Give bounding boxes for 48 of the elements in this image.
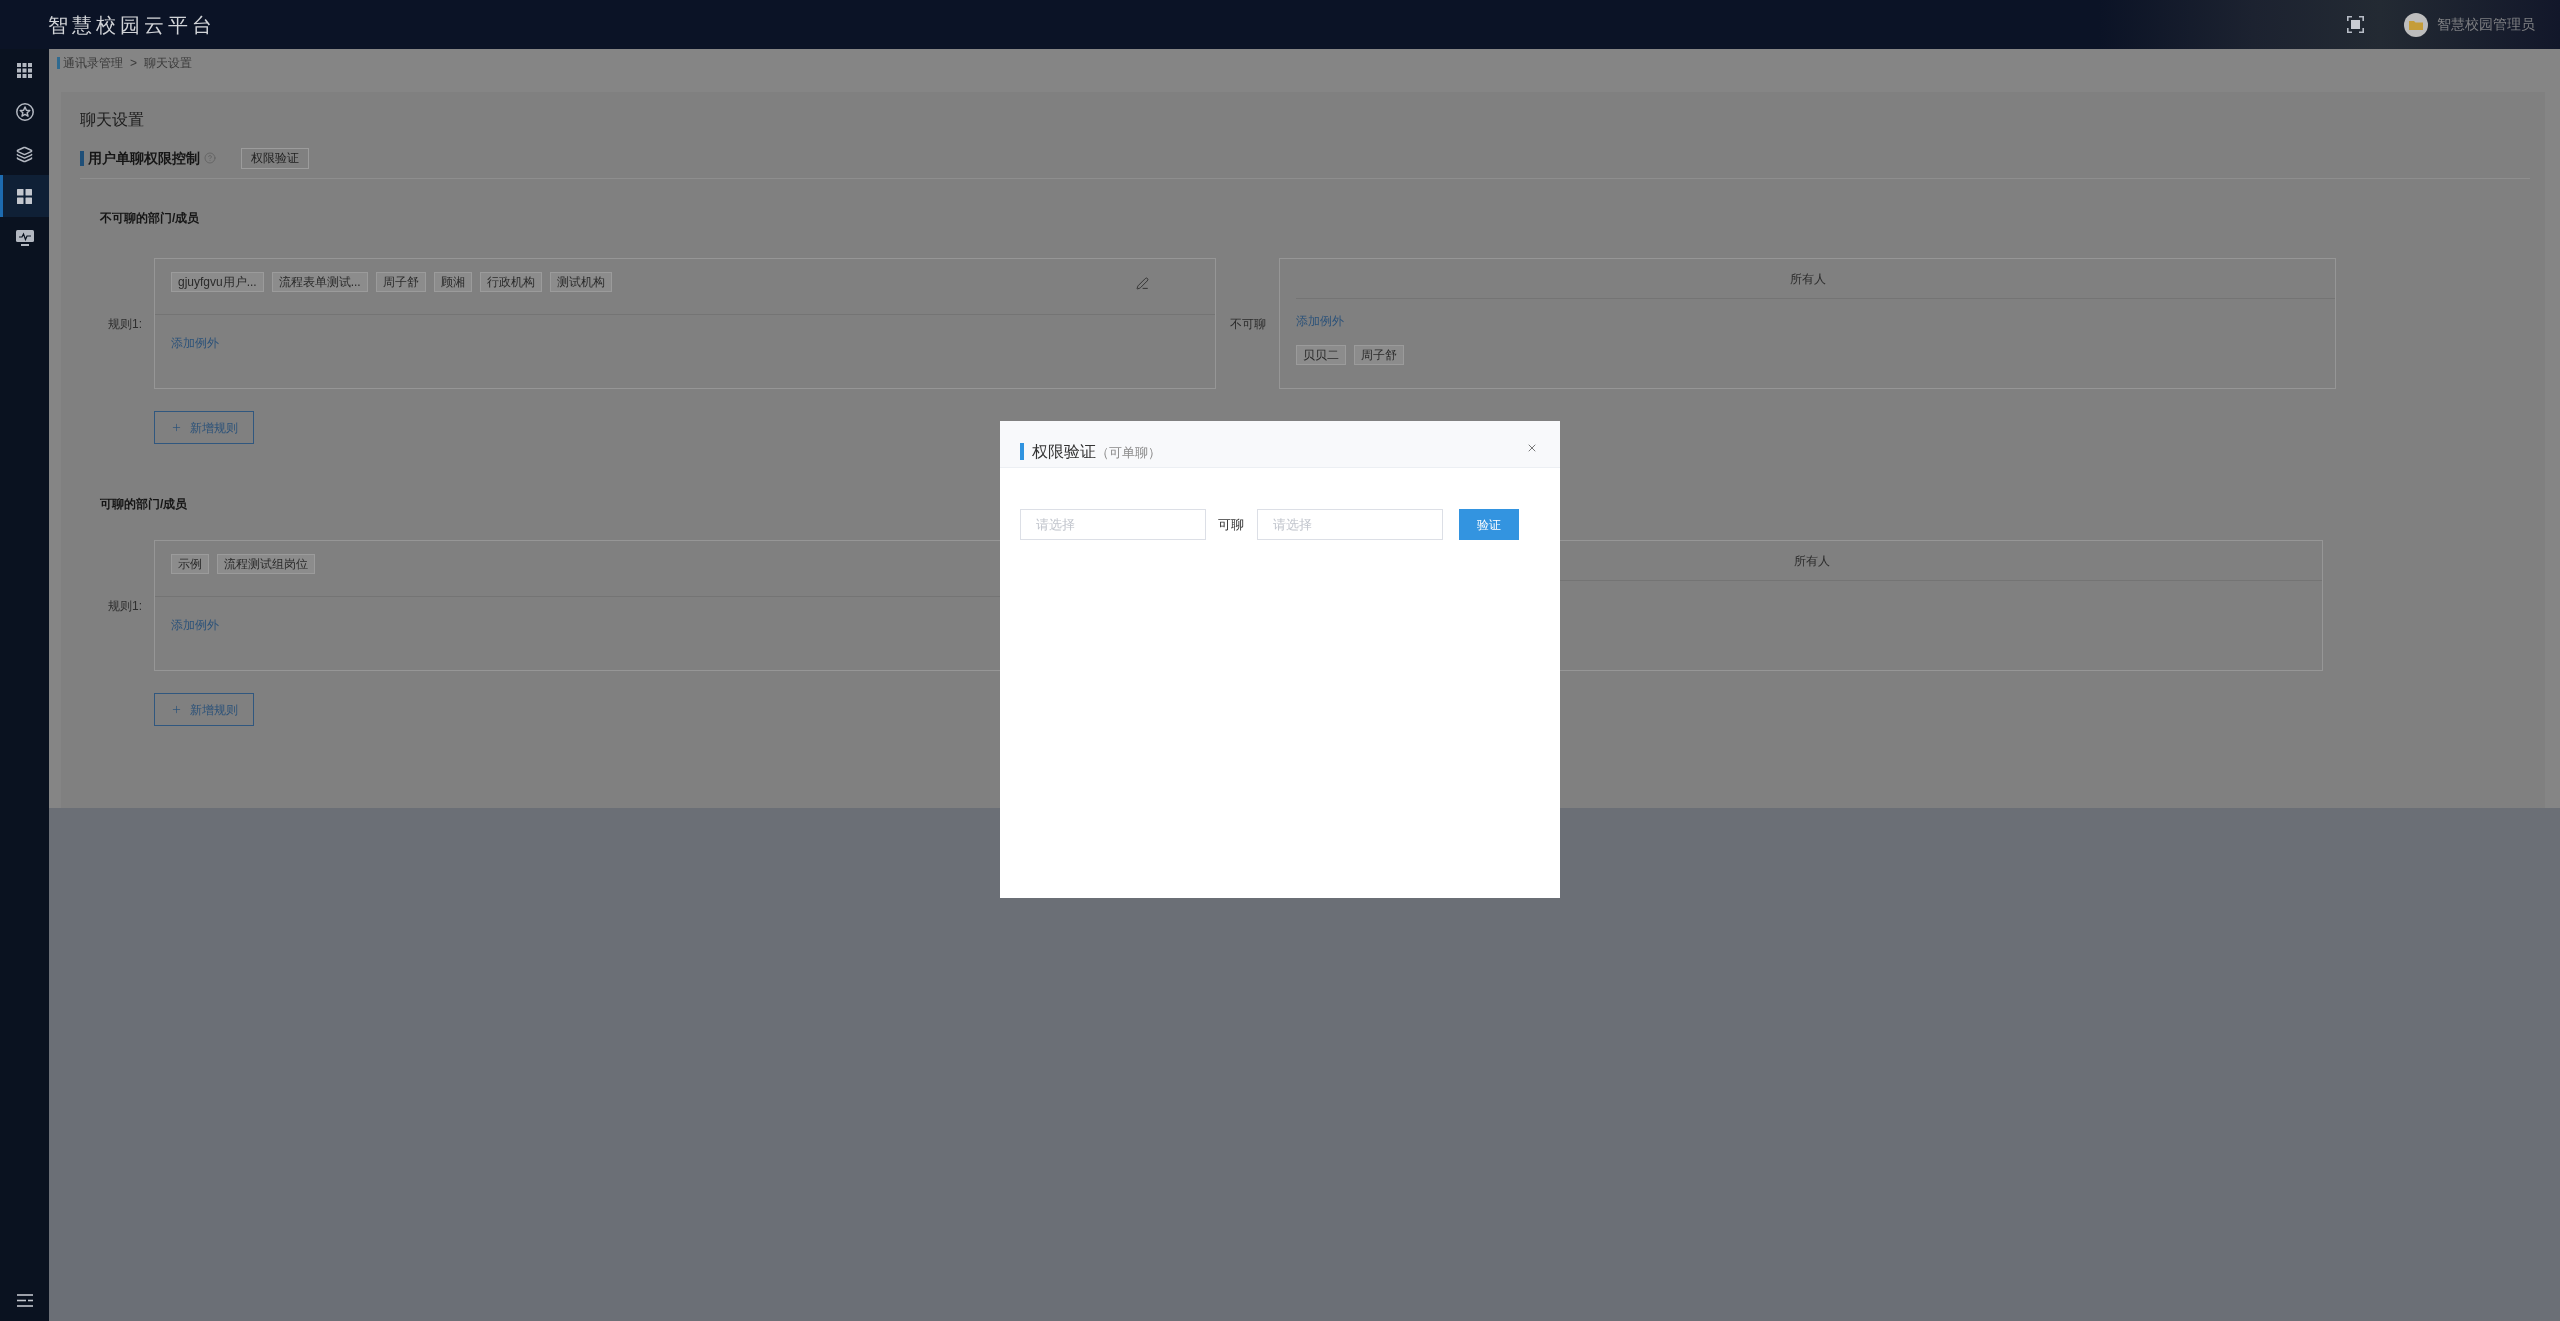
rule-label: 规则1: <box>107 597 143 615</box>
dialog-title: 权限验证 <box>1020 443 1096 460</box>
member-tag: 流程测试组岗位 <box>217 554 315 574</box>
relation-label: 不可聊 <box>1228 315 1267 333</box>
add-rule-button[interactable]: 新增规则 <box>154 411 254 444</box>
plus-icon <box>170 704 182 715</box>
relation-label: 可聊 <box>1218 515 1244 534</box>
section-title: 用户单聊权限控制 <box>80 150 200 166</box>
fullscreen-icon[interactable] <box>2347 16 2364 33</box>
breadcrumb-separator: > <box>130 55 137 72</box>
member-tag: 测试机构 <box>549 272 612 292</box>
grid-icon <box>17 62 32 78</box>
page-title: 聊天设置 <box>80 112 144 128</box>
tiles-icon <box>17 188 32 204</box>
monitor-icon <box>15 230 34 246</box>
folder-avatar-icon[interactable] <box>2404 12 2428 37</box>
group-heading: 可聊的部门/成员 <box>100 498 188 510</box>
add-rule-button[interactable]: 新增规则 <box>154 693 254 726</box>
app-title: 智慧校园云平台 <box>48 12 216 38</box>
group-heading: 不可聊的部门/成员 <box>100 212 200 224</box>
layers-icon <box>16 145 33 163</box>
target-heading: 所有人 <box>1794 552 1830 570</box>
member-tag: 周子舒 <box>375 272 426 292</box>
member-tag: 示例 <box>171 554 209 574</box>
breadcrumb-link[interactable]: 通讯录管理 <box>63 54 123 72</box>
member-tag: 顾湘 <box>433 272 472 292</box>
add-exception-link[interactable]: 添加例外 <box>171 618 219 632</box>
verify-button[interactable]: 权限验证 <box>241 147 309 169</box>
target-heading: 所有人 <box>1789 270 1826 288</box>
verify-button[interactable]: 验证 <box>1459 509 1519 540</box>
member-tag: 行政机构 <box>479 272 542 292</box>
member-tag: 贝贝二 <box>1296 345 1346 365</box>
breadcrumb-current: 聊天设置 <box>144 55 192 72</box>
sidebar-item[interactable] <box>0 175 49 217</box>
rule-label: 规则1: <box>107 315 143 333</box>
member-tag: gjuyfgvu用户... <box>171 272 264 292</box>
select-field[interactable]: 请选择 <box>1257 509 1443 540</box>
dialog-subtitle: （可单聊） <box>1096 444 1161 462</box>
pencil-icon[interactable] <box>1136 277 1149 290</box>
select-field[interactable]: 请选择 <box>1020 509 1206 540</box>
close-icon[interactable] <box>1526 442 1538 454</box>
menu-icon[interactable] <box>16 1293 33 1307</box>
add-exception-link[interactable]: 添加例外 <box>1296 314 1344 328</box>
user-name[interactable]: 智慧校园管理员 <box>2437 14 2535 35</box>
member-tag: 周子舒 <box>1354 345 1404 365</box>
plus-icon <box>170 422 182 433</box>
add-exception-link[interactable]: 添加例外 <box>171 336 219 350</box>
member-tag: 流程表单测试... <box>271 272 368 292</box>
